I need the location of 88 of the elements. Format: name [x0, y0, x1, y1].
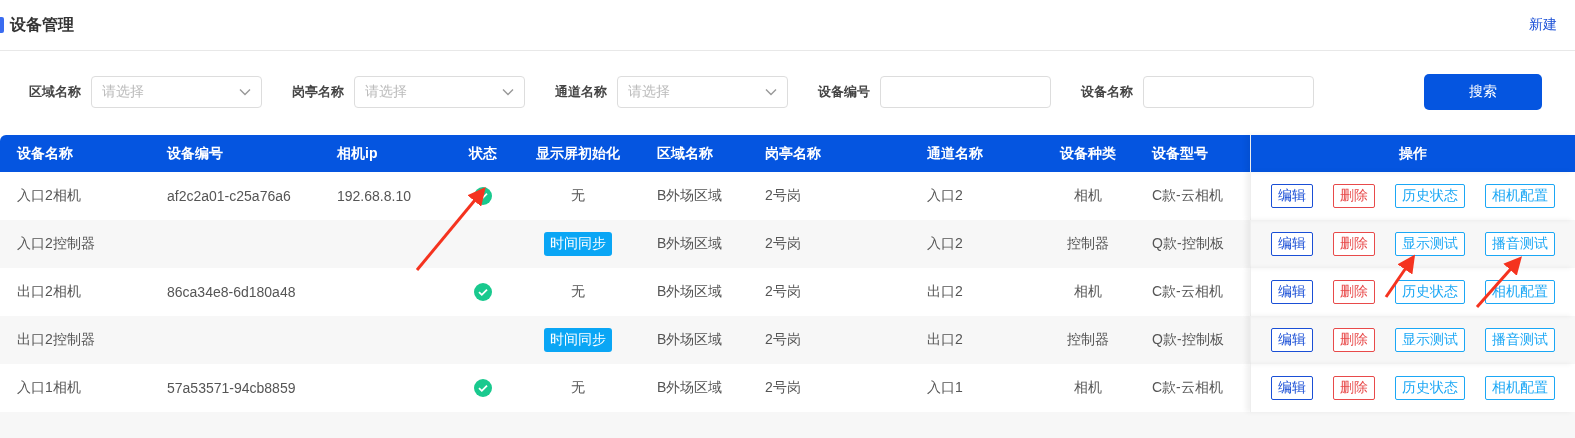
column-header: 岗亭名称 [765, 144, 821, 163]
action-button[interactable]: 相机配置 [1485, 184, 1555, 208]
action-button[interactable]: 删除 [1333, 232, 1375, 256]
table-cell: 2号岗 [765, 283, 801, 301]
filter-label: 设备名称 [1081, 83, 1133, 101]
sync-button[interactable]: 时间同步 [543, 232, 612, 256]
page-title: 设备管理 [10, 14, 74, 35]
table-cell: 控制器 [1066, 235, 1109, 253]
table-cell: 2号岗 [765, 187, 801, 205]
table-cell: B外场区域 [657, 187, 723, 205]
action-button[interactable]: 删除 [1333, 184, 1375, 208]
table-cell: 无 [570, 283, 585, 301]
filter-label: 设备编号 [818, 83, 870, 101]
table-cell: 相机 [1073, 283, 1102, 301]
table-cell: 无 [570, 379, 585, 397]
table-cell: 2号岗 [765, 235, 801, 253]
action-button[interactable]: 相机配置 [1485, 376, 1555, 400]
table-cell: 入口2 [927, 235, 963, 253]
action-button[interactable]: 历史状态 [1395, 376, 1465, 400]
action-button[interactable]: 播音测试 [1485, 232, 1555, 256]
table-cell: 相机 [1073, 379, 1102, 397]
table-cell: Q款-控制板 [1152, 331, 1224, 349]
select-field[interactable]: 请选择 [91, 76, 262, 108]
action-button[interactable]: 历史状态 [1395, 280, 1465, 304]
column-header: 设备编号 [167, 144, 223, 163]
title-accent [0, 17, 4, 33]
table-cell: Q款-控制板 [1152, 235, 1224, 253]
table-cell: 86ca34e8-6d180a48 [167, 284, 296, 300]
table-cell: 2号岗 [765, 331, 801, 349]
action-button[interactable]: 编辑 [1271, 280, 1313, 304]
chevron-down-icon [239, 88, 251, 96]
table-cell: B外场区域 [657, 331, 723, 349]
select-field[interactable]: 请选择 [354, 76, 525, 108]
table-cell: B外场区域 [657, 379, 723, 397]
action-button[interactable]: 删除 [1333, 328, 1375, 352]
input-field[interactable] [1143, 76, 1314, 108]
table-cell: 入口2相机 [17, 187, 81, 205]
action-button[interactable]: 编辑 [1271, 328, 1313, 352]
action-button[interactable]: 编辑 [1271, 232, 1313, 256]
table-cell: 192.68.8.10 [337, 188, 411, 204]
action-button[interactable]: 编辑 [1271, 376, 1313, 400]
table-cell: af2c2a01-c25a76a6 [167, 188, 291, 204]
action-button[interactable]: 删除 [1333, 376, 1375, 400]
column-header: 显示屏初始化 [535, 144, 620, 163]
filter-label: 区域名称 [29, 83, 81, 101]
table-cell: C款-云相机 [1152, 187, 1223, 205]
table-cell: C款-云相机 [1152, 379, 1223, 397]
table-cell: B外场区域 [657, 235, 723, 253]
action-button[interactable]: 显示测试 [1395, 232, 1465, 256]
column-header: 设备种类 [1059, 144, 1116, 163]
input-field[interactable] [880, 76, 1051, 108]
table-cell: 出口2 [927, 283, 963, 301]
table-cell: 出口2相机 [17, 283, 81, 301]
column-header: 设备型号 [1152, 144, 1208, 163]
new-link[interactable]: 新建 [1529, 16, 1557, 34]
column-header: 操作 [1399, 144, 1427, 163]
table-cell: 57a53571-94cb8859 [167, 380, 296, 396]
table-cell: 2号岗 [765, 379, 801, 397]
action-button[interactable]: 编辑 [1271, 184, 1313, 208]
table-cell: 入口1相机 [17, 379, 81, 397]
table-cell: 无 [570, 187, 585, 205]
column-header: 通道名称 [927, 144, 983, 163]
action-button[interactable]: 播音测试 [1485, 328, 1555, 352]
chevron-down-icon [765, 88, 777, 96]
action-button[interactable]: 删除 [1333, 280, 1375, 304]
table-cell: 控制器 [1066, 331, 1109, 349]
column-header: 相机ip [337, 144, 378, 163]
table-cell: 出口2 [927, 331, 963, 349]
column-header: 设备名称 [17, 144, 73, 163]
table-cell: C款-云相机 [1152, 283, 1223, 301]
filter-label: 岗亭名称 [292, 83, 344, 101]
arrow-annotation [1384, 254, 1416, 298]
search-button[interactable]: 搜索 [1424, 74, 1542, 110]
table-cell: 入口2控制器 [17, 235, 95, 253]
table-cell: 相机 [1073, 187, 1102, 205]
select-field[interactable]: 请选择 [617, 76, 788, 108]
filter-label: 通道名称 [555, 83, 607, 101]
column-header: 状态 [468, 144, 497, 163]
table-cell: B外场区域 [657, 283, 723, 301]
table-cell: 出口2控制器 [17, 331, 95, 349]
action-button[interactable]: 显示测试 [1395, 328, 1465, 352]
table-cell: 入口2 [927, 187, 963, 205]
table-cell: 入口1 [927, 379, 963, 397]
action-button[interactable]: 历史状态 [1395, 184, 1465, 208]
action-button[interactable]: 相机配置 [1485, 280, 1555, 304]
chevron-down-icon [502, 88, 514, 96]
sync-button[interactable]: 时间同步 [543, 328, 612, 352]
column-header: 区域名称 [657, 144, 713, 163]
